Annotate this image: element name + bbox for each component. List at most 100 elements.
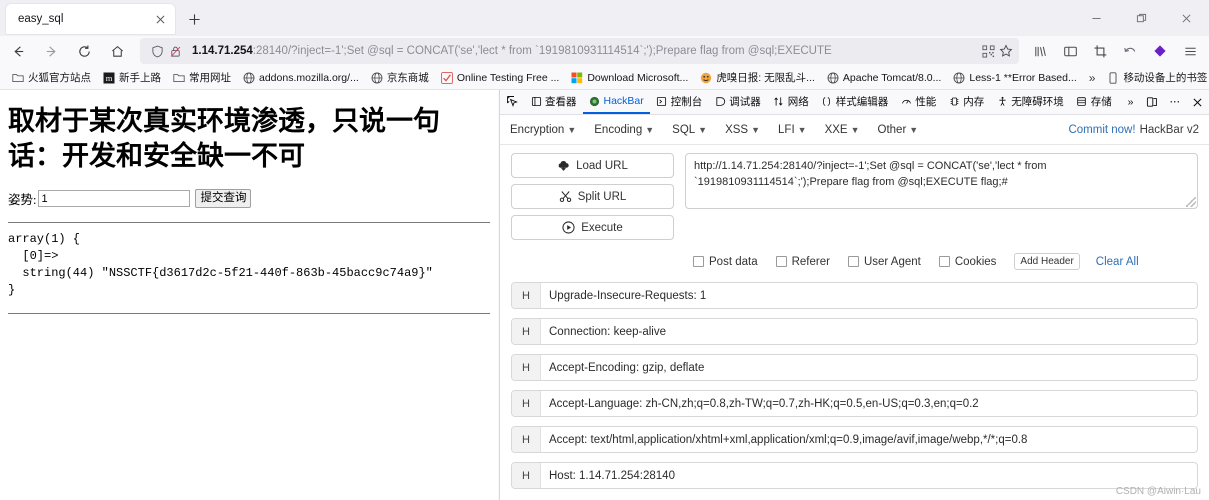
minimize-icon[interactable] [1074,1,1119,35]
bookmark-item[interactable]: 火狐官方站点 [6,68,97,87]
header-row[interactable]: H Upgrade-Insecure-Requests: 1 [511,282,1198,309]
header-row[interactable]: H Accept: text/html,application/xhtml+xm… [511,426,1198,453]
cookies-checkbox[interactable]: Cookies [938,256,996,268]
qr-code-icon[interactable] [979,42,997,60]
header-value[interactable]: Connection: keep-alive [541,319,1197,344]
commit-now-link[interactable]: Commit now! [1068,124,1135,136]
extension-diamond-icon[interactable] [1145,38,1175,64]
browser-tab[interactable]: easy_sql [6,4,175,34]
home-icon[interactable] [102,38,132,64]
shield-icon[interactable] [148,42,166,60]
post-data-checkbox[interactable]: Post data [693,256,758,268]
tab-hackbar[interactable]: HackBar [582,90,650,114]
header-prefix: H [512,391,541,416]
tab-memory[interactable]: 内存 [942,90,990,114]
bookmark-label: 京东商城 [386,72,429,84]
element-picker-icon[interactable] [500,90,524,114]
header-row[interactable]: H Accept-Encoding: gzip, deflate [511,354,1198,381]
header-value[interactable]: Accept-Language: zh-CN,zh;q=0.8,zh-TW;q=… [541,391,1197,416]
menu-label: Other [877,123,907,136]
url-bar[interactable]: 1.14.71.254:28140/?inject=-1';Set @sql =… [140,38,1019,64]
menu-other[interactable]: Other ▼ [878,124,931,136]
lock-crossed-icon[interactable] [166,42,184,60]
plus-icon[interactable] [181,6,207,32]
tab-storage[interactable]: 存储 [1070,90,1118,114]
screenshot-crop-icon[interactable] [1085,38,1115,64]
header-row[interactable]: H Connection: keep-alive [511,318,1198,345]
menu-sql[interactable]: SQL ▼ [672,124,719,136]
tab-console[interactable]: 控制台 [650,90,709,114]
mobile-icon [1107,71,1119,84]
header-row[interactable]: H Accept-Language: zh-CN,zh;q=0.8,zh-TW;… [511,390,1198,417]
app-menu-icon[interactable] [1175,38,1205,64]
menu-xss[interactable]: XSS ▼ [725,124,772,136]
header-value[interactable]: Accept: text/html,application/xhtml+xml,… [541,427,1197,452]
dock-layout-icon[interactable] [1140,96,1164,108]
close-icon[interactable] [1186,97,1209,108]
forward-arrow-icon[interactable] [36,38,66,64]
tab-debugger[interactable]: 调试器 [708,90,767,114]
close-icon[interactable] [1164,1,1209,35]
tab-style-editor[interactable]: 样式编辑器 [815,90,895,114]
bookmark-label: 火狐官方站点 [28,72,91,84]
execute-button[interactable]: Execute [511,215,674,240]
tab-network[interactable]: 网络 [767,90,815,114]
storage-icon [1076,95,1088,107]
bookmark-item[interactable]: 京东商城 [365,68,435,87]
bookmark-item[interactable]: 常用网址 [167,68,237,87]
split-url-button[interactable]: Split URL [511,184,674,209]
reload-icon[interactable] [69,38,99,64]
back-arrow-icon[interactable] [3,38,33,64]
window-controls [1074,0,1209,36]
checkbox-box [847,256,859,267]
library-icon[interactable] [1025,38,1055,64]
pose-input[interactable] [38,190,191,208]
menu-encoding[interactable]: Encoding ▼ [594,124,666,136]
tab-title: easy_sql [18,13,64,25]
maximize-icon[interactable] [1119,1,1164,35]
hackbar-version-area: Commit now! HackBar v2 [1068,124,1199,136]
devtools-right-controls: » ⋯ [1122,90,1209,114]
bookmark-item[interactable]: Download Microsoft... [565,70,694,86]
bookmark-item[interactable]: m 新手上路 [97,68,167,87]
chevron-double-right-icon[interactable]: » [1083,69,1102,87]
watermark-text: CSDN @Aiwin·Lau [1115,486,1201,497]
submit-query-button[interactable]: 提交查询 [195,189,252,209]
sidebar-icon[interactable] [1055,38,1085,64]
ellipsis-icon[interactable]: ⋯ [1164,96,1187,108]
user-agent-checkbox[interactable]: User Agent [847,256,921,268]
bookmark-item[interactable]: Less-1 **Error Based... [947,70,1082,86]
menu-encryption[interactable]: Encryption ▼ [510,124,588,136]
mobile-bookmarks-item[interactable]: 移动设备上的书签 [1101,68,1209,87]
mobile-bookmarks-label: 移动设备上的书签 [1123,72,1208,84]
globe-icon [371,72,383,84]
resize-grip-icon[interactable] [1186,197,1196,207]
menu-xxe[interactable]: XXE ▼ [825,124,872,136]
tab-accessibility[interactable]: 无障碍环境 [990,90,1070,114]
bookmark-item[interactable]: addons.mozilla.org/... [237,70,365,86]
performance-icon [900,95,912,107]
hackbar-url-textarea[interactable]: http://1.14.71.254:28140/?inject=-1';Set… [685,153,1198,209]
menu-lfi[interactable]: LFI ▼ [778,124,819,136]
chevron-down-icon: ▼ [797,124,807,135]
bookmark-item[interactable]: Apache Tomcat/8.0... [821,70,947,86]
load-url-button[interactable]: Load URL [511,153,674,178]
tab-performance[interactable]: 性能 [894,90,942,114]
clear-all-link[interactable]: Clear All [1096,256,1139,268]
header-value[interactable]: Host: 1.14.71.254:28140 [541,463,1197,488]
button-label: Execute [581,221,623,234]
add-header-button[interactable]: Add Header [1014,253,1080,270]
close-icon[interactable] [151,10,169,28]
referer-checkbox[interactable]: Referer [775,256,830,268]
header-value[interactable]: Accept-Encoding: gzip, deflate [541,355,1197,380]
star-icon[interactable] [997,42,1015,60]
chevron-down-icon: ▼ [751,124,761,135]
tab-label: 无障碍环境 [1011,95,1064,108]
bookmark-item[interactable]: Online Testing Free ... [435,70,566,86]
header-row[interactable]: H Host: 1.14.71.254:28140 [511,462,1198,489]
chevron-double-right-icon[interactable]: » [1122,96,1140,108]
bookmark-item[interactable]: 虎嗅日报: 无限乱斗... [694,68,821,87]
undo-arrow-icon[interactable] [1115,38,1145,64]
header-value[interactable]: Upgrade-Insecure-Requests: 1 [541,283,1197,308]
tab-inspector[interactable]: 查看器 [524,90,583,114]
